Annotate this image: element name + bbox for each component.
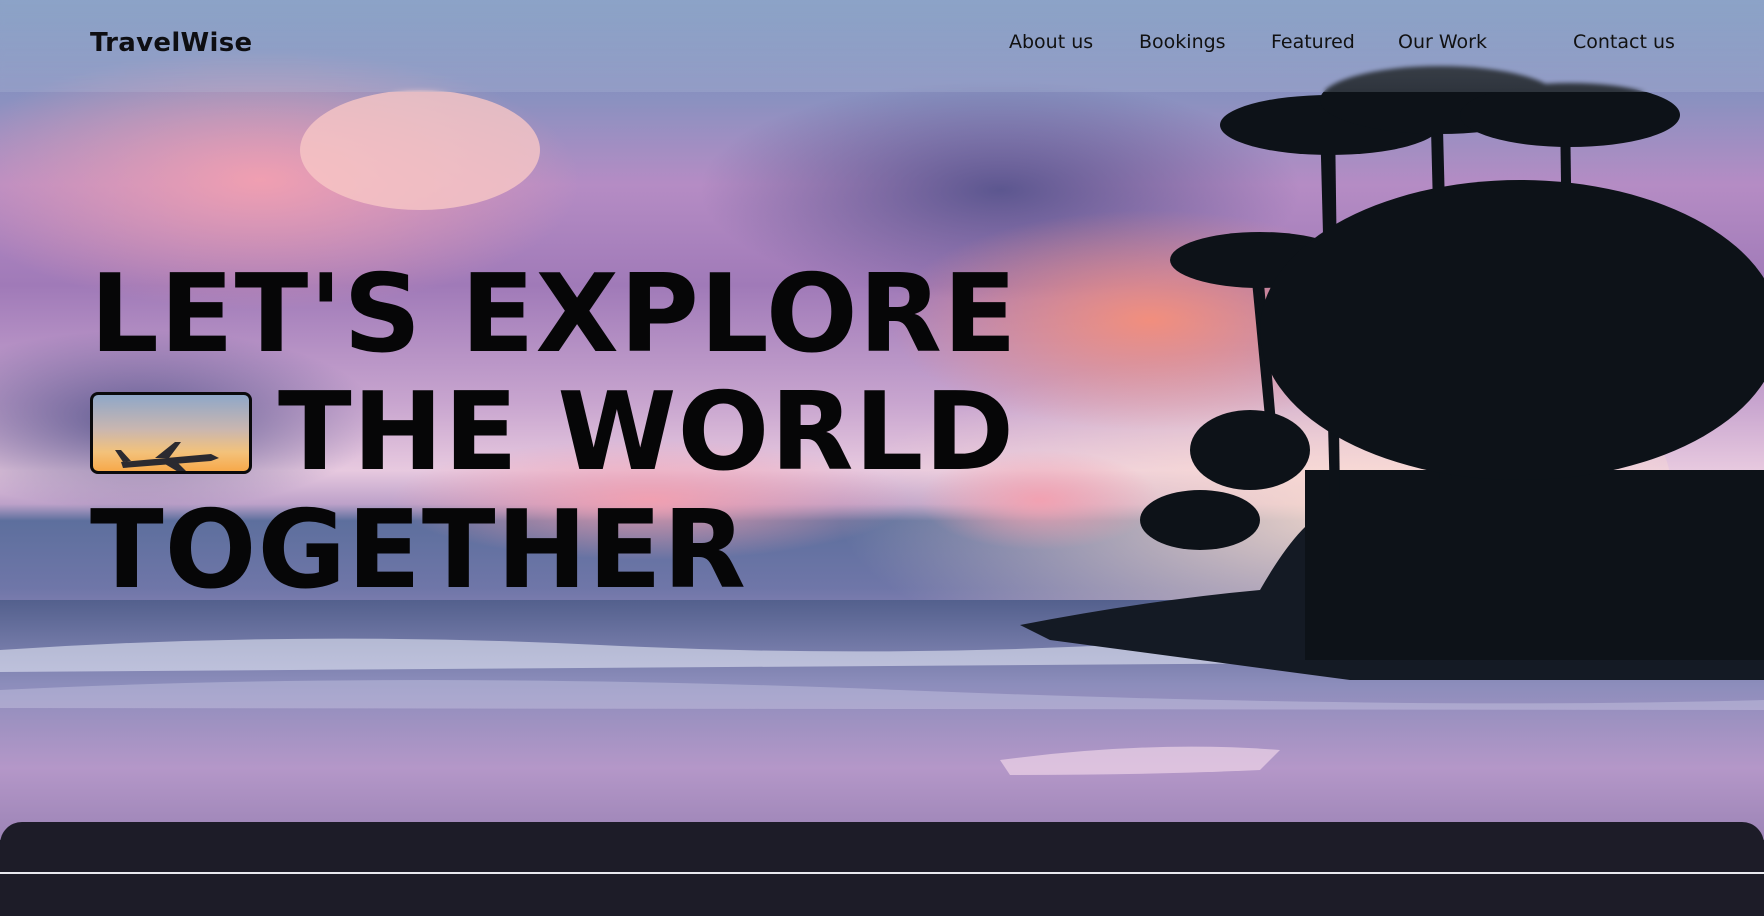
nav-item-contact-us[interactable]: Contact us: [1573, 31, 1675, 53]
airplane-thumbnail: [90, 392, 252, 475]
page: TravelWise About us Bookings Featured Ou…: [0, 0, 1764, 916]
headline-line-1: LET'S EXPLORE: [90, 252, 1018, 377]
nav-item-our-work[interactable]: Our Work: [1398, 31, 1487, 53]
hero-headline: LET'S EXPLORE THE WORLD TOGETHER: [90, 256, 1090, 610]
top-navigation: TravelWise About us Bookings Featured Ou…: [0, 0, 1764, 92]
nav-item-bookings[interactable]: Bookings: [1139, 31, 1226, 53]
headline-line-2-text: THE WORLD: [278, 370, 1015, 495]
headline-line-2: THE WORLD: [90, 374, 1090, 492]
nav-links: About us Bookings Featured Our Work Cont…: [0, 31, 1764, 61]
airplane-icon: [115, 442, 219, 472]
bottom-panel: [0, 822, 1764, 916]
nav-item-featured[interactable]: Featured: [1271, 31, 1355, 53]
nav-item-about-us[interactable]: About us: [1009, 31, 1093, 53]
headline-line-3: TOGETHER: [90, 488, 747, 613]
panel-divider: [0, 872, 1764, 874]
